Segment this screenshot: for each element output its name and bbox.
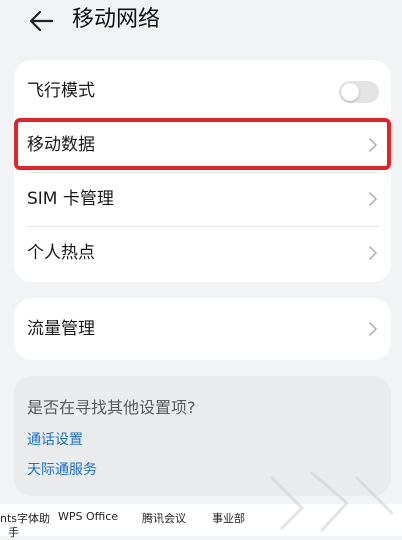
suggestion-card: 是否在寻找其他设置项? 通话设置 天际通服务 <box>14 376 391 496</box>
tianjitong-service-link[interactable]: 天际通服务 <box>27 459 97 479</box>
chevron-right-icon <box>369 246 377 260</box>
mobile-data-row[interactable]: 移动数据 <box>14 118 391 172</box>
airplane-mode-row[interactable]: 飞行模式 <box>14 64 391 118</box>
desktop-taskbar: nts字体助 手 WPS Office 腾讯会议 事业部 <box>0 504 402 539</box>
airplane-mode-toggle[interactable] <box>339 81 379 103</box>
suggestion-question: 是否在寻找其他设置项? <box>27 398 196 417</box>
sim-management-row[interactable]: SIM 卡管理 <box>14 172 391 226</box>
traffic-management-label: 流量管理 <box>27 319 95 339</box>
traffic-management-row[interactable]: 流量管理 <box>14 302 391 356</box>
taskbar-item[interactable]: 腾讯会议 <box>142 510 186 526</box>
back-arrow-icon <box>29 10 54 32</box>
chevron-right-icon <box>369 322 377 336</box>
mobile-data-label: 移动数据 <box>27 135 95 155</box>
chevron-right-icon <box>369 138 377 152</box>
taskbar-item[interactable]: 事业部 <box>212 510 245 526</box>
taskbar-item[interactable]: 手 <box>8 524 19 540</box>
call-settings-link[interactable]: 通话设置 <box>27 429 83 449</box>
page-title: 移动网络 <box>72 7 161 32</box>
hotspot-row[interactable]: 个人热点 <box>14 226 391 280</box>
app-header: 移动网络 <box>0 0 402 42</box>
airplane-mode-label: 飞行模式 <box>27 81 95 101</box>
taskbar-item[interactable]: WPS Office <box>58 510 118 523</box>
settings-card-traffic: 流量管理 <box>14 298 391 360</box>
back-button[interactable] <box>26 6 56 36</box>
chevron-right-icon <box>369 192 377 206</box>
toggle-knob <box>341 83 359 101</box>
settings-card-network: 飞行模式 移动数据 SIM 卡管理 个人热点 <box>14 60 391 282</box>
hotspot-label: 个人热点 <box>27 243 95 263</box>
sim-management-label: SIM 卡管理 <box>27 189 114 209</box>
